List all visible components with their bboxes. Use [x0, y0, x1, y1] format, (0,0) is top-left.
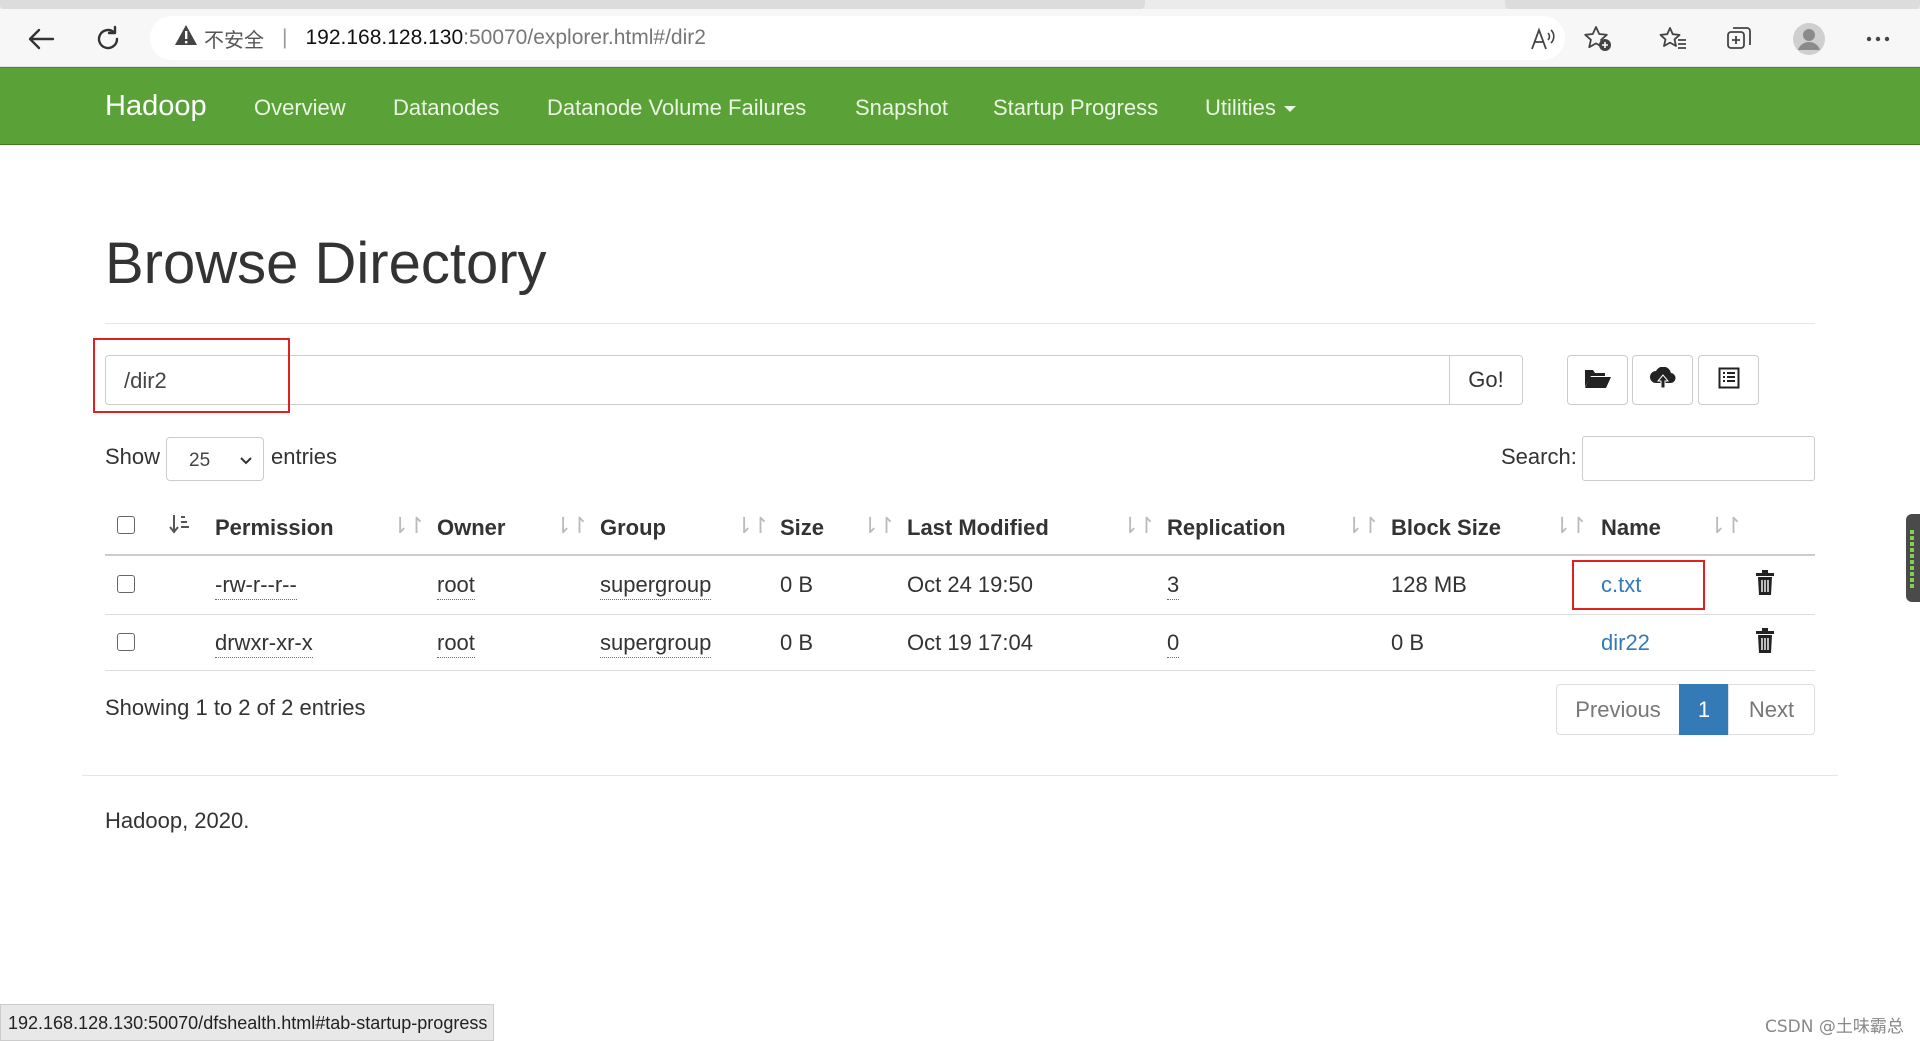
tab-strip [0, 0, 1920, 9]
url-path: :50070/explorer.html#/dir2 [463, 26, 706, 49]
nav-utilities-label: Utilities [1205, 95, 1276, 120]
folder-open-icon [1584, 367, 1612, 394]
column-header-last-modified[interactable]: Last Modified [907, 515, 1049, 541]
collections-icon[interactable] [1723, 23, 1755, 55]
nav-snapshot[interactable]: Snapshot [855, 95, 948, 121]
sort-icon[interactable]: ⇂↾ [1121, 513, 1156, 539]
navbar-brand[interactable]: Hadoop [105, 90, 207, 123]
list-icon [1718, 367, 1740, 394]
page-1-button[interactable]: 1 [1679, 684, 1729, 735]
entries-per-page-select[interactable]: 25 [166, 437, 264, 481]
row-divider [105, 670, 1815, 671]
sort-icon[interactable]: ⇂↾ [391, 513, 426, 539]
sort-icon[interactable]: ⇂↾ [735, 513, 770, 539]
browser-tab[interactable] [0, 0, 1145, 9]
group-cell[interactable]: supergroup [600, 630, 712, 658]
url-host: 192.168.128.130 [305, 26, 464, 49]
go-button[interactable]: Go! [1449, 355, 1523, 405]
group-cell[interactable]: supergroup [600, 572, 712, 600]
directory-path-input[interactable]: /dir2 [105, 355, 1450, 405]
table-header-divider [105, 554, 1815, 556]
owner-cell[interactable]: root [437, 572, 475, 600]
sort-icon[interactable]: ⇂↾ [1553, 513, 1588, 539]
upload-button[interactable] [1632, 355, 1693, 405]
upload-icon [1649, 366, 1676, 394]
trash-icon[interactable] [1754, 628, 1776, 654]
column-header-name[interactable]: Name [1601, 515, 1661, 541]
block-size-cell: 0 B [1391, 630, 1425, 655]
cut-paste-button[interactable] [1698, 355, 1759, 405]
side-indicator [1910, 530, 1914, 590]
favorites-icon[interactable] [1657, 23, 1689, 55]
caret-down-icon [1283, 106, 1296, 113]
nav-overview[interactable]: Overview [254, 95, 346, 121]
more-icon[interactable] [1862, 23, 1894, 55]
sort-icon[interactable]: ⇂↾ [861, 513, 896, 539]
column-header-replication[interactable]: Replication [1167, 515, 1286, 541]
status-bar-url: 192.168.128.130:50070/dfshealth.html#tab… [0, 1004, 494, 1041]
entries-per-page-value: 25 [189, 450, 211, 471]
footer-text: Hadoop, 2020. [105, 808, 250, 833]
sort-icon[interactable]: ⇂↾ [1345, 513, 1380, 539]
row-checkbox[interactable] [117, 633, 135, 651]
size-cell: 0 B [780, 572, 814, 597]
nav-utilities-dropdown[interactable]: Utilities [1205, 95, 1296, 121]
select-all-checkbox[interactable] [117, 516, 135, 534]
profile-icon[interactable] [1791, 21, 1827, 57]
watermark-text: CSDN @土味霸总 [1765, 1017, 1904, 1037]
url-field[interactable]: 不安全 | 192.168.128.130:50070/explorer.htm… [150, 16, 1565, 60]
show-label: Show [105, 444, 161, 469]
back-arrow-icon[interactable] [24, 22, 58, 56]
column-header-permission[interactable]: Permission [215, 515, 334, 541]
entries-label: entries [271, 444, 338, 469]
nav-datanode-volume-failures[interactable]: Datanode Volume Failures [547, 95, 806, 121]
row-divider [105, 614, 1815, 615]
footer-divider [82, 775, 1838, 776]
sort-icon[interactable] [169, 513, 191, 541]
size-cell: 0 B [780, 630, 814, 655]
directory-name-link[interactable]: dir22 [1601, 630, 1650, 656]
path-highlight-box [93, 338, 290, 413]
column-header-group[interactable]: Group [600, 515, 666, 541]
page-title: Browse Directory [105, 231, 547, 296]
read-aloud-icon[interactable] [1527, 23, 1559, 55]
modified-cell: Oct 19 17:04 [907, 630, 1033, 655]
row-checkbox[interactable] [117, 575, 135, 593]
trash-icon[interactable] [1754, 570, 1776, 596]
search-input[interactable] [1582, 436, 1815, 481]
create-directory-button[interactable] [1567, 355, 1628, 405]
block-size-cell: 128 MB [1391, 572, 1467, 597]
previous-page-button[interactable]: Previous [1556, 684, 1680, 735]
owner-cell[interactable]: root [437, 630, 475, 658]
name-highlight-box [1572, 560, 1705, 610]
column-header-owner[interactable]: Owner [437, 515, 505, 541]
modified-cell: Oct 24 19:50 [907, 572, 1033, 597]
insecure-label: 不安全 [204, 27, 264, 52]
column-header-size[interactable]: Size [780, 515, 824, 541]
replication-cell[interactable]: 3 [1167, 572, 1180, 600]
url-separator: | [282, 26, 288, 49]
permission-cell[interactable]: drwxr-xr-x [215, 630, 313, 658]
permission-cell[interactable]: -rw-r--r-- [215, 572, 297, 600]
showing-summary: Showing 1 to 2 of 2 entries [105, 695, 366, 720]
chevron-down-icon [239, 450, 253, 472]
browser-tab[interactable] [1505, 0, 1920, 9]
add-favorite-icon[interactable] [1582, 23, 1614, 55]
search-label: Search: [1501, 444, 1577, 469]
next-page-button[interactable]: Next [1728, 684, 1815, 735]
refresh-icon[interactable] [91, 22, 125, 56]
sort-icon[interactable]: ⇂↾ [554, 513, 589, 539]
top-navbar: Hadoop Overview Datanodes Datanode Volum… [0, 67, 1920, 145]
warning-icon [174, 24, 198, 52]
nav-startup-progress[interactable]: Startup Progress [993, 95, 1158, 121]
replication-cell[interactable]: 0 [1167, 630, 1180, 658]
sort-icon[interactable]: ⇂↾ [1708, 513, 1743, 539]
address-bar-area: 不安全 | 192.168.128.130:50070/explorer.htm… [0, 9, 1920, 67]
nav-datanodes[interactable]: Datanodes [393, 95, 499, 121]
column-header-block-size[interactable]: Block Size [1391, 515, 1501, 541]
title-divider [105, 323, 1815, 324]
